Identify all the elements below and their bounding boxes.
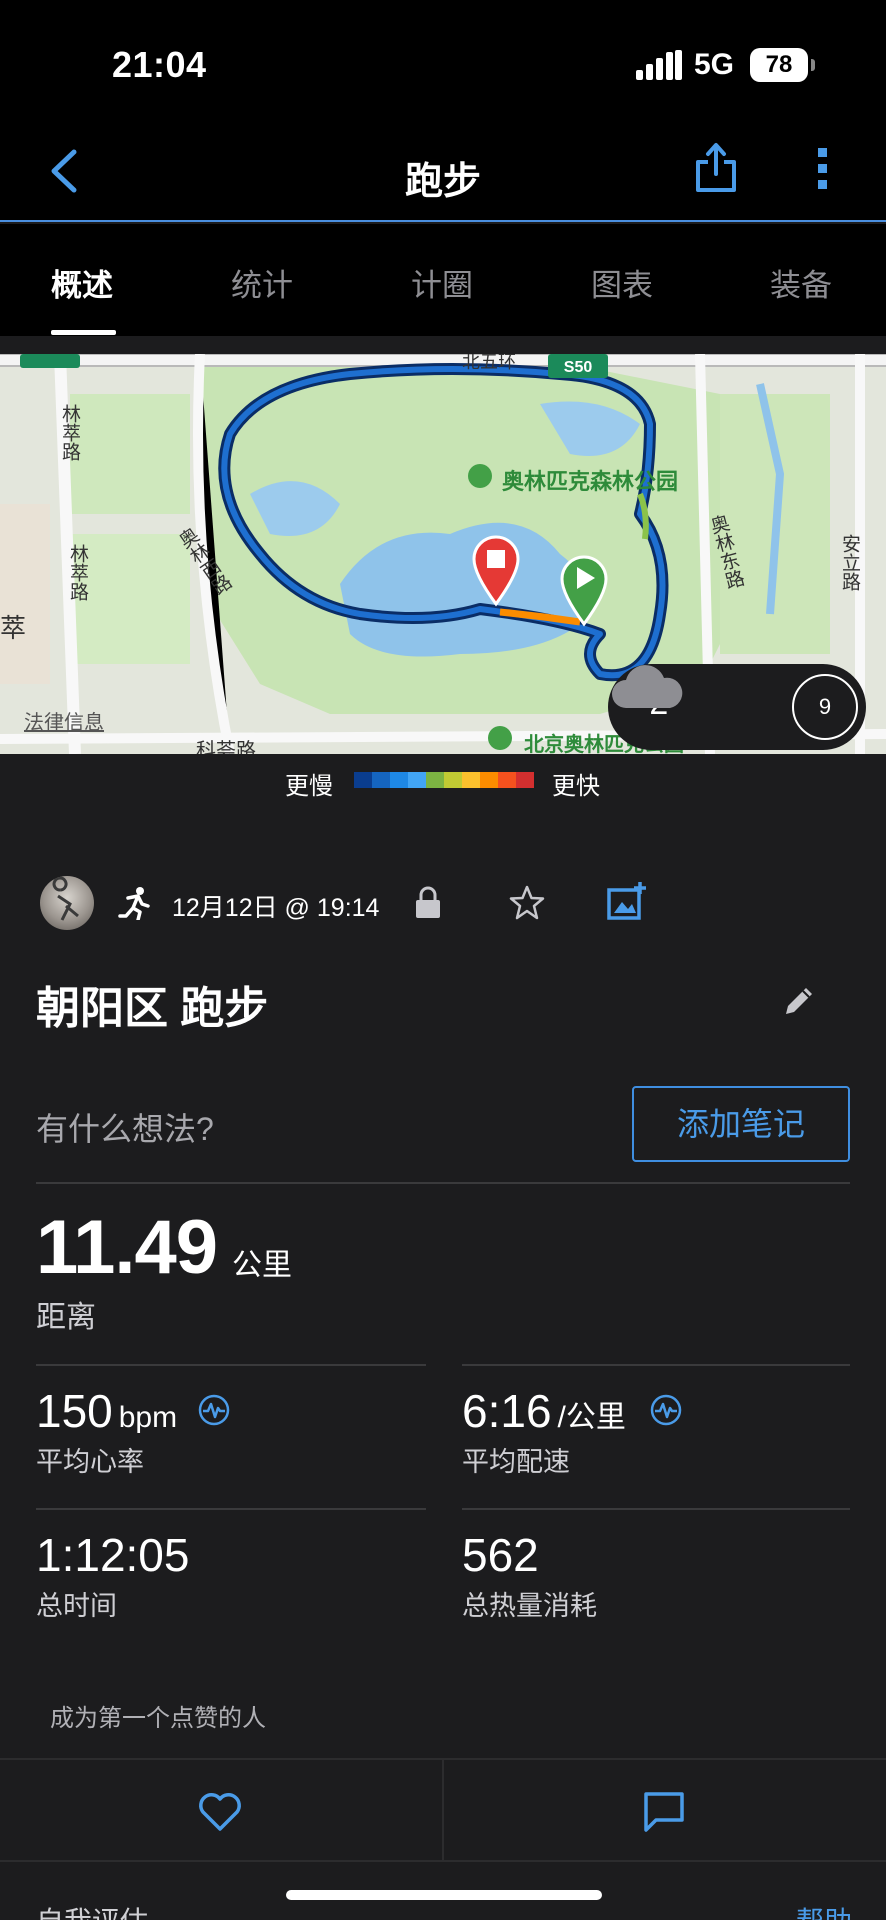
page-title: 跑步 [404, 161, 481, 203]
map-label-cui: 萃 [0, 613, 27, 643]
map-label-park: 奥林匹克森林公园 [502, 469, 679, 494]
legend-swatch-3 [408, 772, 426, 788]
stat-unit: /公里 [557, 1401, 626, 1434]
stat-value: 6:16 [462, 1385, 552, 1437]
divider [36, 1508, 426, 1510]
pace-monitor-icon[interactable] [650, 1394, 682, 1426]
legend-swatch-2 [390, 772, 408, 788]
help-link[interactable]: 帮助 [796, 1900, 852, 1920]
activity-info-row: 12月12日 @ 19:14 [0, 874, 886, 934]
legal-info-link[interactable]: 法律信息 [24, 706, 104, 735]
running-icon [118, 887, 150, 920]
map-label-north-ring: 北五环 [462, 354, 516, 372]
self-evaluation-label: 自我评估 [36, 1900, 148, 1920]
stat-total-time: 1:12:05 [36, 1529, 190, 1581]
legend-slower-label: 更慢 [285, 773, 333, 800]
add-note-button[interactable]: 添加笔记 [632, 1086, 850, 1162]
stat-label: 平均配速 [462, 1447, 570, 1477]
map-label-linhui-2: 林萃路 [67, 544, 88, 601]
stat-label: 总时间 [36, 1591, 117, 1621]
active-tab-indicator [51, 330, 116, 335]
avatar[interactable] [40, 876, 94, 930]
signal-icon [636, 50, 682, 80]
legend-swatch-7 [480, 772, 498, 788]
more-options-icon[interactable] [812, 146, 834, 192]
share-icon[interactable] [694, 142, 738, 194]
stat-avg-pace: 6:16/公里 [462, 1384, 626, 1438]
weather-widget: -2° 9 [608, 664, 866, 750]
stat-value: 150 [36, 1385, 113, 1437]
map-label-linhui-1: 林萃路 [59, 404, 80, 461]
nav-bar: 跑步 [0, 120, 886, 222]
thoughts-input[interactable]: 有什么想法? [36, 1104, 214, 1150]
status-bar: 21:04 5G 78 [0, 0, 886, 120]
action-separator [442, 1760, 444, 1860]
legend-swatch-9 [516, 772, 534, 788]
likes-text: 成为第一个点赞的人 [50, 1705, 266, 1732]
legend-swatch-8 [498, 772, 516, 788]
battery-indicator: 78 [750, 48, 815, 82]
like-heart-icon[interactable] [198, 1792, 242, 1832]
network-label: 5G [694, 48, 735, 81]
star-icon[interactable] [508, 884, 546, 922]
divider [36, 1182, 850, 1184]
distance-unit: 公里 [232, 1249, 292, 1282]
legend-swatch-1 [372, 772, 390, 788]
legend-swatch-5 [444, 772, 462, 788]
cloud-icon [612, 665, 683, 708]
add-photo-icon[interactable] [606, 880, 648, 922]
status-time: 21:04 [112, 44, 207, 85]
legend-color-bar [354, 772, 534, 788]
home-indicator [286, 1890, 602, 1900]
divider [462, 1364, 850, 1366]
tab-gear[interactable]: 装备 [770, 260, 832, 305]
heart-rate-monitor-icon[interactable] [198, 1394, 230, 1426]
legend-swatch-0 [354, 772, 372, 788]
stat-avg-heart-rate: 150 bpm [36, 1384, 177, 1438]
map-label-anli: 安立路 [839, 534, 860, 591]
stat-unit: bpm [118, 1401, 178, 1434]
stat-calories: 562 [462, 1529, 539, 1581]
legend-faster-label: 更快 [552, 773, 600, 800]
action-bar [0, 1758, 886, 1862]
activity-date: 12月12日 @ 19:14 [172, 894, 380, 922]
tab-overview[interactable]: 概述 [51, 260, 113, 305]
route-map[interactable]: S50 北五环 奥林匹克森林公园 林萃路 林萃路 奥林西路 奥林东路 安立路 科… [0, 354, 886, 754]
activity-title: 朝阳区 跑步 [36, 984, 269, 1033]
stat-label: 总热量消耗 [462, 1591, 597, 1621]
wind-speed-dial: 9 [792, 674, 858, 740]
edit-pencil-icon[interactable] [782, 984, 816, 1018]
distance-value: 11.49 [36, 1205, 218, 1290]
tab-stats[interactable]: 统计 [231, 260, 293, 305]
stat-label: 平均心率 [36, 1447, 144, 1477]
s50-badge: S50 [564, 359, 593, 376]
map-label-kehui: 科荟路 [196, 740, 256, 754]
divider [36, 1364, 426, 1366]
legend-swatch-6 [462, 772, 480, 788]
lock-icon[interactable] [414, 886, 442, 920]
divider [462, 1508, 850, 1510]
tab-charts[interactable]: 图表 [591, 260, 653, 305]
legend-swatch-4 [426, 772, 444, 788]
comment-icon[interactable] [642, 1790, 686, 1832]
tab-bar: 概述 统计 计圈 图表 装备 [0, 224, 886, 336]
tab-laps[interactable]: 计圈 [411, 260, 473, 305]
pace-legend: 更慢 更快 [0, 754, 886, 808]
distance-label: 距离 [36, 1301, 96, 1334]
